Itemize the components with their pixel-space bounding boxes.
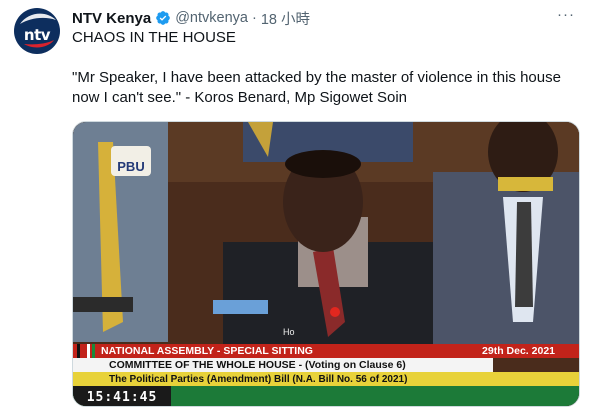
tweet-text-quote: "Mr Speaker, I have been attacked by the…	[72, 69, 561, 106]
avatar-logo-text: ntv	[23, 26, 51, 44]
ticker-title: NATIONAL ASSEMBLY - SPECIAL SITTING	[101, 345, 313, 357]
flag-stripe-white	[87, 344, 90, 358]
ticker-clock: 15:41:45	[73, 386, 171, 406]
tweet-header: NTV Kenya @ntvkenya · 18 小時	[72, 8, 310, 29]
ticker-line2-bar: COMMITTEE OF THE WHOLE HOUSE - (Voting o…	[73, 358, 493, 372]
ticker-line3: The Political Parties (Amendment) Bill (…	[109, 373, 408, 385]
display-name[interactable]: NTV Kenya	[72, 10, 151, 27]
avatar[interactable]: ntv	[14, 8, 60, 54]
flag-stripe-red	[82, 344, 85, 358]
flag-stripe-black	[77, 344, 80, 358]
ticker-title-bar: NATIONAL ASSEMBLY - SPECIAL SITTING 29th…	[73, 344, 579, 358]
more-icon[interactable]: ···	[556, 6, 576, 23]
ticker-date: 29th Dec. 2021	[482, 345, 555, 357]
handle[interactable]: @ntvkenya	[175, 10, 248, 26]
tweet-media[interactable]: PBU Ho NATIONAL ASSEMBLY - SPECIAL SITTI…	[72, 121, 580, 407]
verified-badge-icon	[156, 11, 171, 25]
flag-stripe-green	[92, 344, 95, 358]
overlay-caption: Ho	[283, 327, 295, 337]
ticker-line2: COMMITTEE OF THE WHOLE HOUSE - (Voting o…	[109, 359, 406, 371]
ticker-line3-bar: The Political Parties (Amendment) Bill (…	[73, 372, 579, 386]
pbu-badge: PBU	[111, 146, 151, 176]
separator-dot: ·	[251, 10, 257, 26]
timestamp[interactable]: 18 小時	[261, 8, 310, 29]
tweet-text-line1: CHAOS IN THE HOUSE	[72, 29, 236, 46]
